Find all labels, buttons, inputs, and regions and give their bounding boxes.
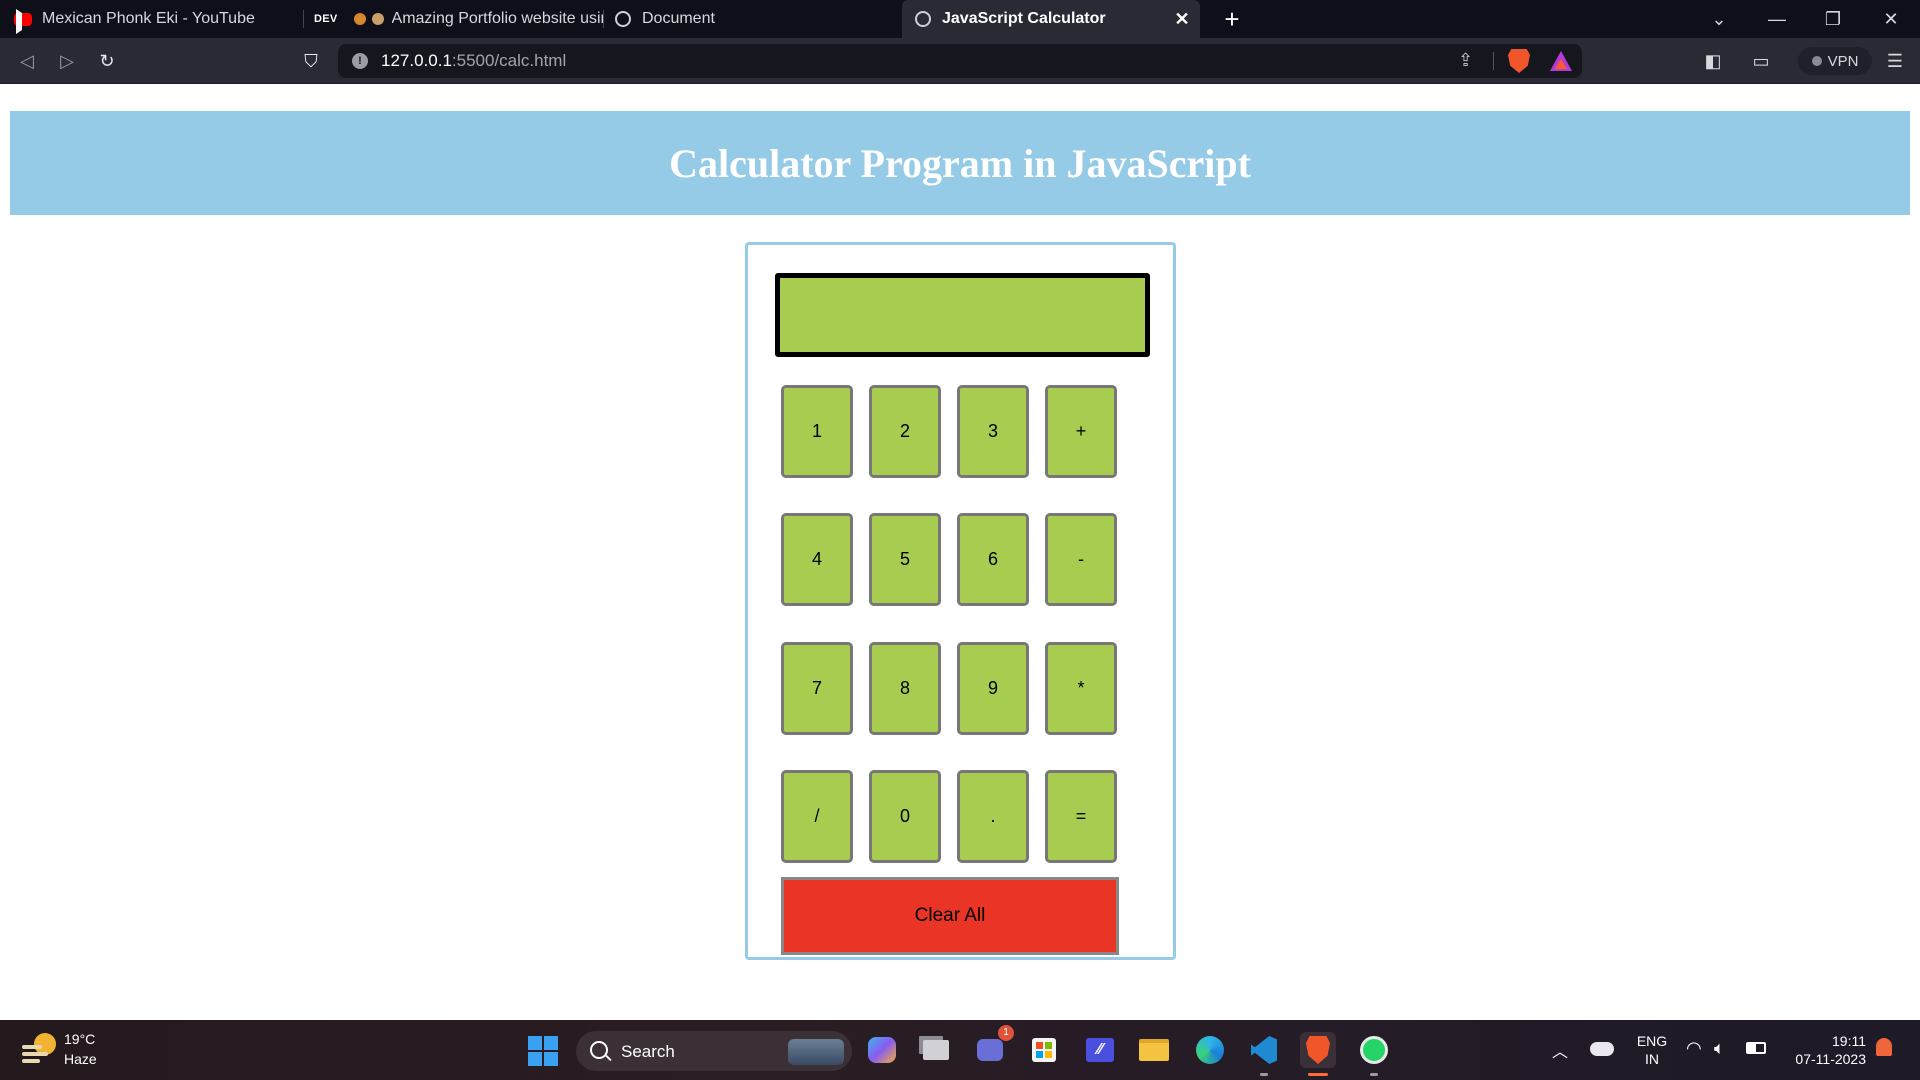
weather-temperature[interactable]: 19°C bbox=[64, 1031, 95, 1047]
globe-icon bbox=[914, 10, 932, 28]
key-decimal[interactable]: . bbox=[957, 770, 1029, 863]
key-3[interactable]: 3 bbox=[957, 385, 1029, 478]
bookmark-icon[interactable]: ⛉ bbox=[296, 46, 326, 76]
browser-toolbar: ◁ ▷ ↻ ⛉ ! 127.0.0.1:5500/calc.html ⇪ ◧ ▭… bbox=[0, 38, 1920, 84]
key-7[interactable]: 7 bbox=[781, 642, 853, 735]
clock-date: 07-11-2023 bbox=[1795, 1051, 1866, 1067]
tab-document[interactable]: Document bbox=[614, 0, 894, 38]
edge-icon[interactable] bbox=[1192, 1032, 1228, 1068]
search-highlight-image bbox=[788, 1039, 844, 1065]
brave-rewards-icon[interactable] bbox=[1550, 51, 1572, 71]
taskbar-search[interactable]: Search bbox=[576, 1031, 852, 1071]
vpn-button[interactable]: VPN bbox=[1798, 47, 1872, 75]
key-0[interactable]: 0 bbox=[869, 770, 941, 863]
weather-haze-icon[interactable] bbox=[22, 1033, 56, 1063]
photo-editor-icon[interactable]: ⁄⁄ bbox=[1082, 1032, 1118, 1068]
calculator-display[interactable] bbox=[775, 273, 1150, 357]
vpn-status-icon bbox=[1811, 56, 1822, 66]
sidebar-toggle-icon[interactable]: ◧ bbox=[1698, 46, 1728, 76]
key-plus[interactable]: + bbox=[1045, 385, 1117, 478]
file-explorer-icon[interactable] bbox=[1136, 1032, 1172, 1068]
notification-badge: 1 bbox=[998, 1025, 1014, 1041]
search-icon bbox=[590, 1041, 608, 1059]
brave-shields-icon[interactable] bbox=[1508, 49, 1530, 73]
task-view-icon[interactable] bbox=[918, 1032, 954, 1068]
close-tab-icon[interactable]: ✕ bbox=[1172, 9, 1192, 29]
tab-label: Document bbox=[642, 10, 715, 27]
onedrive-icon[interactable] bbox=[1590, 1042, 1614, 1056]
tab-list-chevron-icon[interactable]: ⌄ bbox=[1694, 0, 1744, 38]
key-equals[interactable]: = bbox=[1045, 770, 1117, 863]
menu-icon[interactable]: ☰ bbox=[1880, 46, 1910, 76]
show-hidden-icons-chevron-icon[interactable]: ︿ bbox=[1552, 1038, 1568, 1062]
key-5[interactable]: 5 bbox=[869, 513, 941, 606]
site-info-icon[interactable]: ! bbox=[352, 53, 368, 69]
tab-label: Mexican Phonk Eki - YouTube bbox=[42, 10, 255, 27]
key-6[interactable]: 6 bbox=[957, 513, 1029, 606]
volume-icon[interactable]: 🔈︎ bbox=[1714, 1038, 1725, 1059]
face-emoji-icon bbox=[371, 13, 384, 25]
globe-icon bbox=[614, 10, 632, 28]
address-bar[interactable]: ! 127.0.0.1:5500/calc.html ⇪ bbox=[338, 44, 1582, 78]
clear-all-button[interactable]: Clear All bbox=[781, 877, 1119, 955]
key-minus[interactable]: - bbox=[1045, 513, 1117, 606]
hand-emoji-icon bbox=[353, 13, 366, 25]
tab-portfolio[interactable]: DEV Amazing Portfolio website using bbox=[314, 0, 604, 38]
url-text[interactable]: 127.0.0.1:5500/calc.html bbox=[381, 51, 566, 71]
microsoft-store-icon[interactable] bbox=[1026, 1032, 1062, 1068]
input-language[interactable]: ENG IN bbox=[1632, 1032, 1672, 1068]
wifi-icon[interactable]: ◠ bbox=[1686, 1038, 1702, 1059]
calculator: 1 2 3 + 4 5 6 - 7 8 9 * / 0 . = Clear Al… bbox=[745, 242, 1176, 960]
taskbar: 19°C Haze Search 1 ⁄⁄ ︿ ENG IN ◠ 🔈︎ 19:1… bbox=[0, 1020, 1920, 1080]
back-button[interactable]: ◁ bbox=[12, 46, 42, 76]
system-clock[interactable]: 19:11 07-11-2023 bbox=[1780, 1032, 1866, 1068]
key-2[interactable]: 2 bbox=[869, 385, 941, 478]
battery-icon[interactable] bbox=[1746, 1042, 1766, 1054]
page-title: Calculator Program in JavaScript bbox=[669, 140, 1251, 186]
close-window-button[interactable]: ✕ bbox=[1866, 0, 1916, 38]
key-8[interactable]: 8 bbox=[869, 642, 941, 735]
tab-label: Amazing Portfolio website using bbox=[391, 10, 604, 27]
search-label: Search bbox=[621, 1042, 675, 1061]
restore-button[interactable]: ❐ bbox=[1808, 0, 1858, 38]
minimize-button[interactable]: — bbox=[1752, 0, 1802, 38]
vscode-icon[interactable] bbox=[1246, 1032, 1282, 1076]
new-tab-button[interactable]: + bbox=[1216, 3, 1248, 35]
youtube-icon bbox=[14, 10, 32, 28]
tab-youtube[interactable]: Mexican Phonk Eki - YouTube bbox=[14, 0, 294, 38]
windows-start-icon[interactable] bbox=[528, 1036, 558, 1066]
key-divide[interactable]: / bbox=[781, 770, 853, 863]
wallet-icon[interactable]: ▭ bbox=[1746, 46, 1776, 76]
browser-tab-bar: Mexican Phonk Eki - YouTube DEV Amazing … bbox=[0, 0, 1920, 38]
key-1[interactable]: 1 bbox=[781, 385, 853, 478]
key-4[interactable]: 4 bbox=[781, 513, 853, 606]
tab-javascript-calculator[interactable]: JavaScript Calculator ✕ bbox=[902, 0, 1200, 38]
notification-bell-icon[interactable] bbox=[1876, 1038, 1892, 1056]
dev-icon: DEV bbox=[314, 13, 338, 25]
reload-button[interactable]: ↻ bbox=[92, 46, 122, 76]
page-header: Calculator Program in JavaScript bbox=[10, 111, 1910, 215]
key-9[interactable]: 9 bbox=[957, 642, 1029, 735]
copilot-icon[interactable] bbox=[864, 1032, 900, 1068]
teams-chat-icon[interactable]: 1 bbox=[972, 1025, 1014, 1068]
whatsapp-icon[interactable] bbox=[1356, 1032, 1392, 1076]
key-multiply[interactable]: * bbox=[1045, 642, 1117, 735]
tab-label: JavaScript Calculator bbox=[942, 10, 1106, 27]
clock-time: 19:11 bbox=[1832, 1033, 1866, 1049]
weather-description[interactable]: Haze bbox=[64, 1051, 97, 1067]
forward-button[interactable]: ▷ bbox=[52, 46, 82, 76]
brave-browser-icon[interactable] bbox=[1300, 1032, 1336, 1076]
share-icon[interactable]: ⇪ bbox=[1458, 50, 1473, 71]
